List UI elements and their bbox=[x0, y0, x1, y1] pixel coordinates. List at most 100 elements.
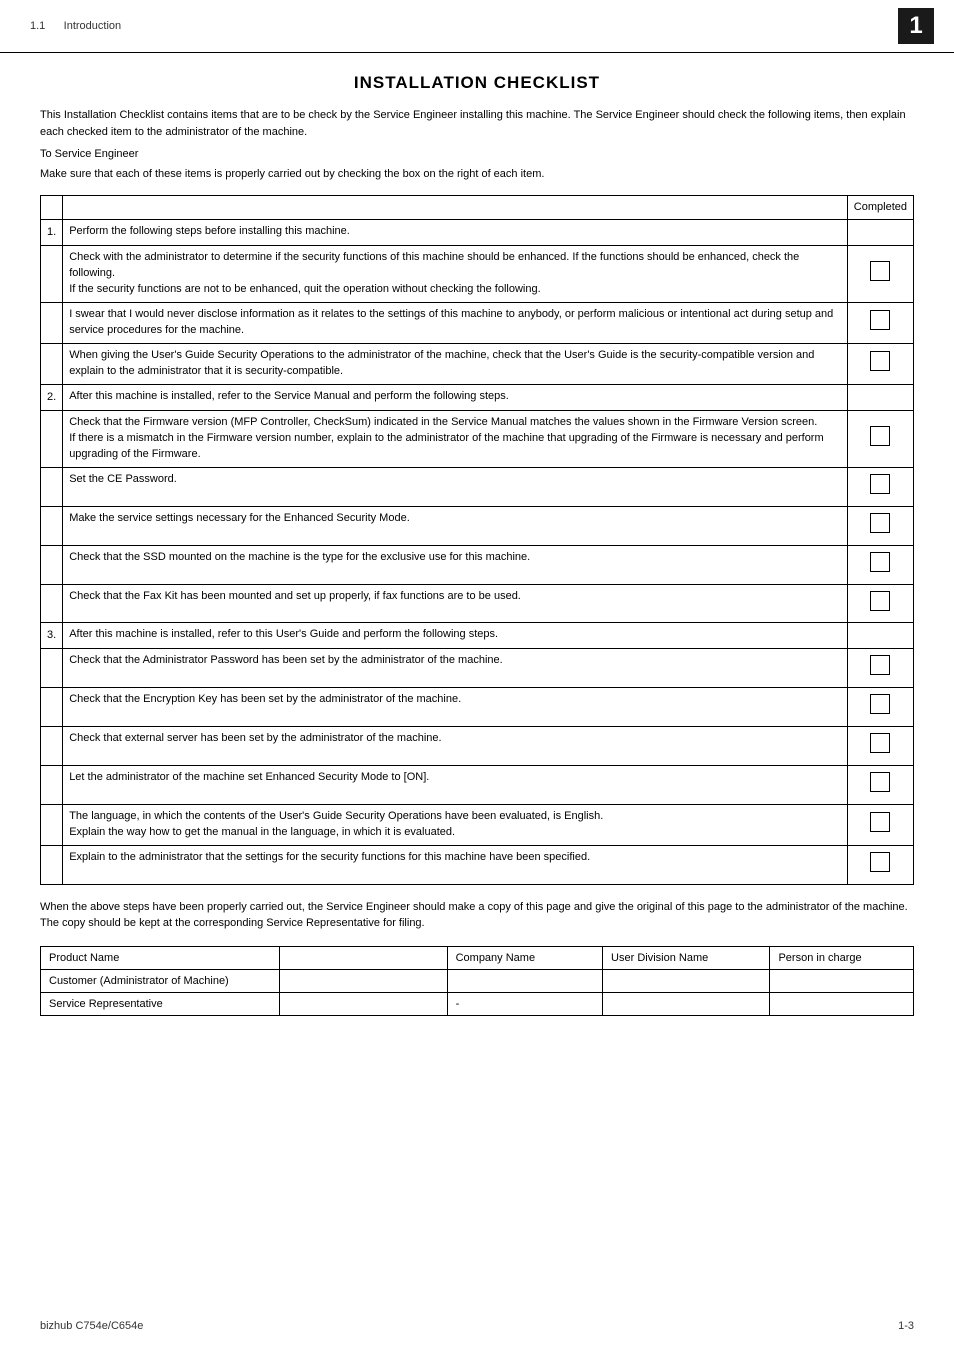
sub-num bbox=[41, 584, 63, 623]
sub-1-3-checkbox bbox=[847, 344, 913, 385]
sub-num bbox=[41, 506, 63, 545]
info-table: Product Name Company Name User Division … bbox=[40, 946, 914, 1016]
sub-num bbox=[41, 846, 63, 885]
intro-paragraph: This Installation Checklist contains ite… bbox=[40, 107, 914, 140]
checklist-table: Completed 1. Perform the following steps… bbox=[40, 195, 914, 885]
sub-2-5-checkbox bbox=[847, 584, 913, 623]
header-company-name: Company Name bbox=[447, 946, 602, 969]
page-footer: bizhub C754e/C654e 1-3 bbox=[0, 1320, 954, 1332]
sub-1-1-checkbox bbox=[847, 246, 913, 303]
table-row: Check that the Administrator Password ha… bbox=[41, 649, 914, 688]
table-header-row: Completed bbox=[41, 195, 914, 220]
make-sure-text: Make sure that each of these items is pr… bbox=[40, 166, 914, 183]
sub-3-6-text: Explain to the administrator that the se… bbox=[63, 846, 848, 885]
sub-3-5-checkbox bbox=[847, 805, 913, 846]
table-row: Check that the Encryption Key has been s… bbox=[41, 688, 914, 727]
footer-page-number: 1-3 bbox=[898, 1320, 914, 1332]
header-product-name-value bbox=[280, 946, 447, 969]
num-header bbox=[41, 195, 63, 220]
table-row: Check that the Fax Kit has been mounted … bbox=[41, 584, 914, 623]
checkbox-icon[interactable] bbox=[870, 351, 890, 371]
step-3-text: After this machine is installed, refer t… bbox=[63, 623, 848, 649]
sub-num bbox=[41, 303, 63, 344]
sub-3-3-text: Check that external server has been set … bbox=[63, 727, 848, 766]
customer-division-value bbox=[603, 969, 770, 992]
sub-num bbox=[41, 467, 63, 506]
table-row: Set the CE Password. bbox=[41, 467, 914, 506]
to-engineer-label: To Service Engineer bbox=[40, 148, 914, 160]
table-row: Check that the Firmware version (MFP Con… bbox=[41, 410, 914, 467]
table-row: When giving the User's Guide Security Op… bbox=[41, 344, 914, 385]
sub-1-3-text: When giving the User's Guide Security Op… bbox=[63, 344, 848, 385]
table-row: Explain to the administrator that the se… bbox=[41, 846, 914, 885]
sub-2-1-text: Check that the Firmware version (MFP Con… bbox=[63, 410, 848, 467]
checkbox-icon[interactable] bbox=[870, 513, 890, 533]
checkbox-icon[interactable] bbox=[870, 552, 890, 572]
checkbox-icon[interactable] bbox=[870, 733, 890, 753]
table-row: Let the administrator of the machine set… bbox=[41, 766, 914, 805]
sub-num bbox=[41, 410, 63, 467]
sub-3-5-text: The language, in which the contents of t… bbox=[63, 805, 848, 846]
header-person-in-charge: Person in charge bbox=[770, 946, 914, 969]
info-table-service-row: Service Representative - bbox=[41, 992, 914, 1015]
step-1-completed bbox=[847, 220, 913, 246]
table-row: 2. After this machine is installed, refe… bbox=[41, 384, 914, 410]
checkbox-icon[interactable] bbox=[870, 655, 890, 675]
footer-product-name: bizhub C754e/C654e bbox=[40, 1320, 143, 1332]
header-product-name: Product Name bbox=[41, 946, 280, 969]
sub-2-1-checkbox bbox=[847, 410, 913, 467]
table-row: Check that external server has been set … bbox=[41, 727, 914, 766]
checkbox-icon[interactable] bbox=[870, 426, 890, 446]
sub-num bbox=[41, 344, 63, 385]
sub-2-3-checkbox bbox=[847, 506, 913, 545]
sub-num bbox=[41, 545, 63, 584]
sub-num bbox=[41, 649, 63, 688]
sub-num bbox=[41, 805, 63, 846]
customer-label: Customer (Administrator of Machine) bbox=[41, 969, 280, 992]
page: 1.1 Introduction 1 INSTALLATION CHECKLIS… bbox=[0, 0, 954, 1350]
sub-3-2-checkbox bbox=[847, 688, 913, 727]
info-table-customer-row: Customer (Administrator of Machine) bbox=[41, 969, 914, 992]
checkbox-icon[interactable] bbox=[870, 310, 890, 330]
service-person-value bbox=[770, 992, 914, 1015]
page-title: INSTALLATION CHECKLIST bbox=[40, 73, 914, 93]
step-num-3: 3. bbox=[41, 623, 63, 649]
page-number-badge: 1 bbox=[898, 8, 934, 44]
sub-2-3-text: Make the service settings necessary for … bbox=[63, 506, 848, 545]
step-num-2: 2. bbox=[41, 384, 63, 410]
checkbox-icon[interactable] bbox=[870, 694, 890, 714]
info-table-header-row: Product Name Company Name User Division … bbox=[41, 946, 914, 969]
step-3-completed bbox=[847, 623, 913, 649]
sub-2-5-text: Check that the Fax Kit has been mounted … bbox=[63, 584, 848, 623]
service-company-value: - bbox=[447, 992, 602, 1015]
sub-2-4-text: Check that the SSD mounted on the machin… bbox=[63, 545, 848, 584]
customer-product-value bbox=[280, 969, 447, 992]
sub-num bbox=[41, 727, 63, 766]
step-num-1: 1. bbox=[41, 220, 63, 246]
sub-num bbox=[41, 766, 63, 805]
section-label: 1.1 Introduction bbox=[30, 20, 121, 32]
sub-2-2-checkbox bbox=[847, 467, 913, 506]
checkbox-icon[interactable] bbox=[870, 772, 890, 792]
checkbox-icon[interactable] bbox=[870, 852, 890, 872]
table-row: Make the service settings necessary for … bbox=[41, 506, 914, 545]
step-1-text: Perform the following steps before insta… bbox=[63, 220, 848, 246]
checkbox-icon[interactable] bbox=[870, 591, 890, 611]
sub-3-6-checkbox bbox=[847, 846, 913, 885]
table-row: Check that the SSD mounted on the machin… bbox=[41, 545, 914, 584]
section-number: 1.1 bbox=[30, 20, 45, 32]
checkbox-icon[interactable] bbox=[870, 812, 890, 832]
service-rep-label: Service Representative bbox=[41, 992, 280, 1015]
sub-3-1-checkbox bbox=[847, 649, 913, 688]
sub-1-2-checkbox bbox=[847, 303, 913, 344]
checkbox-icon[interactable] bbox=[870, 474, 890, 494]
step-2-completed bbox=[847, 384, 913, 410]
sub-num bbox=[41, 246, 63, 303]
after-table-paragraph: When the above steps have been properly … bbox=[40, 899, 914, 932]
table-row: 3. After this machine is installed, refe… bbox=[41, 623, 914, 649]
sub-2-4-checkbox bbox=[847, 545, 913, 584]
checkbox-icon[interactable] bbox=[870, 261, 890, 281]
table-row: 1. Perform the following steps before in… bbox=[41, 220, 914, 246]
sub-3-2-text: Check that the Encryption Key has been s… bbox=[63, 688, 848, 727]
sub-3-4-checkbox bbox=[847, 766, 913, 805]
